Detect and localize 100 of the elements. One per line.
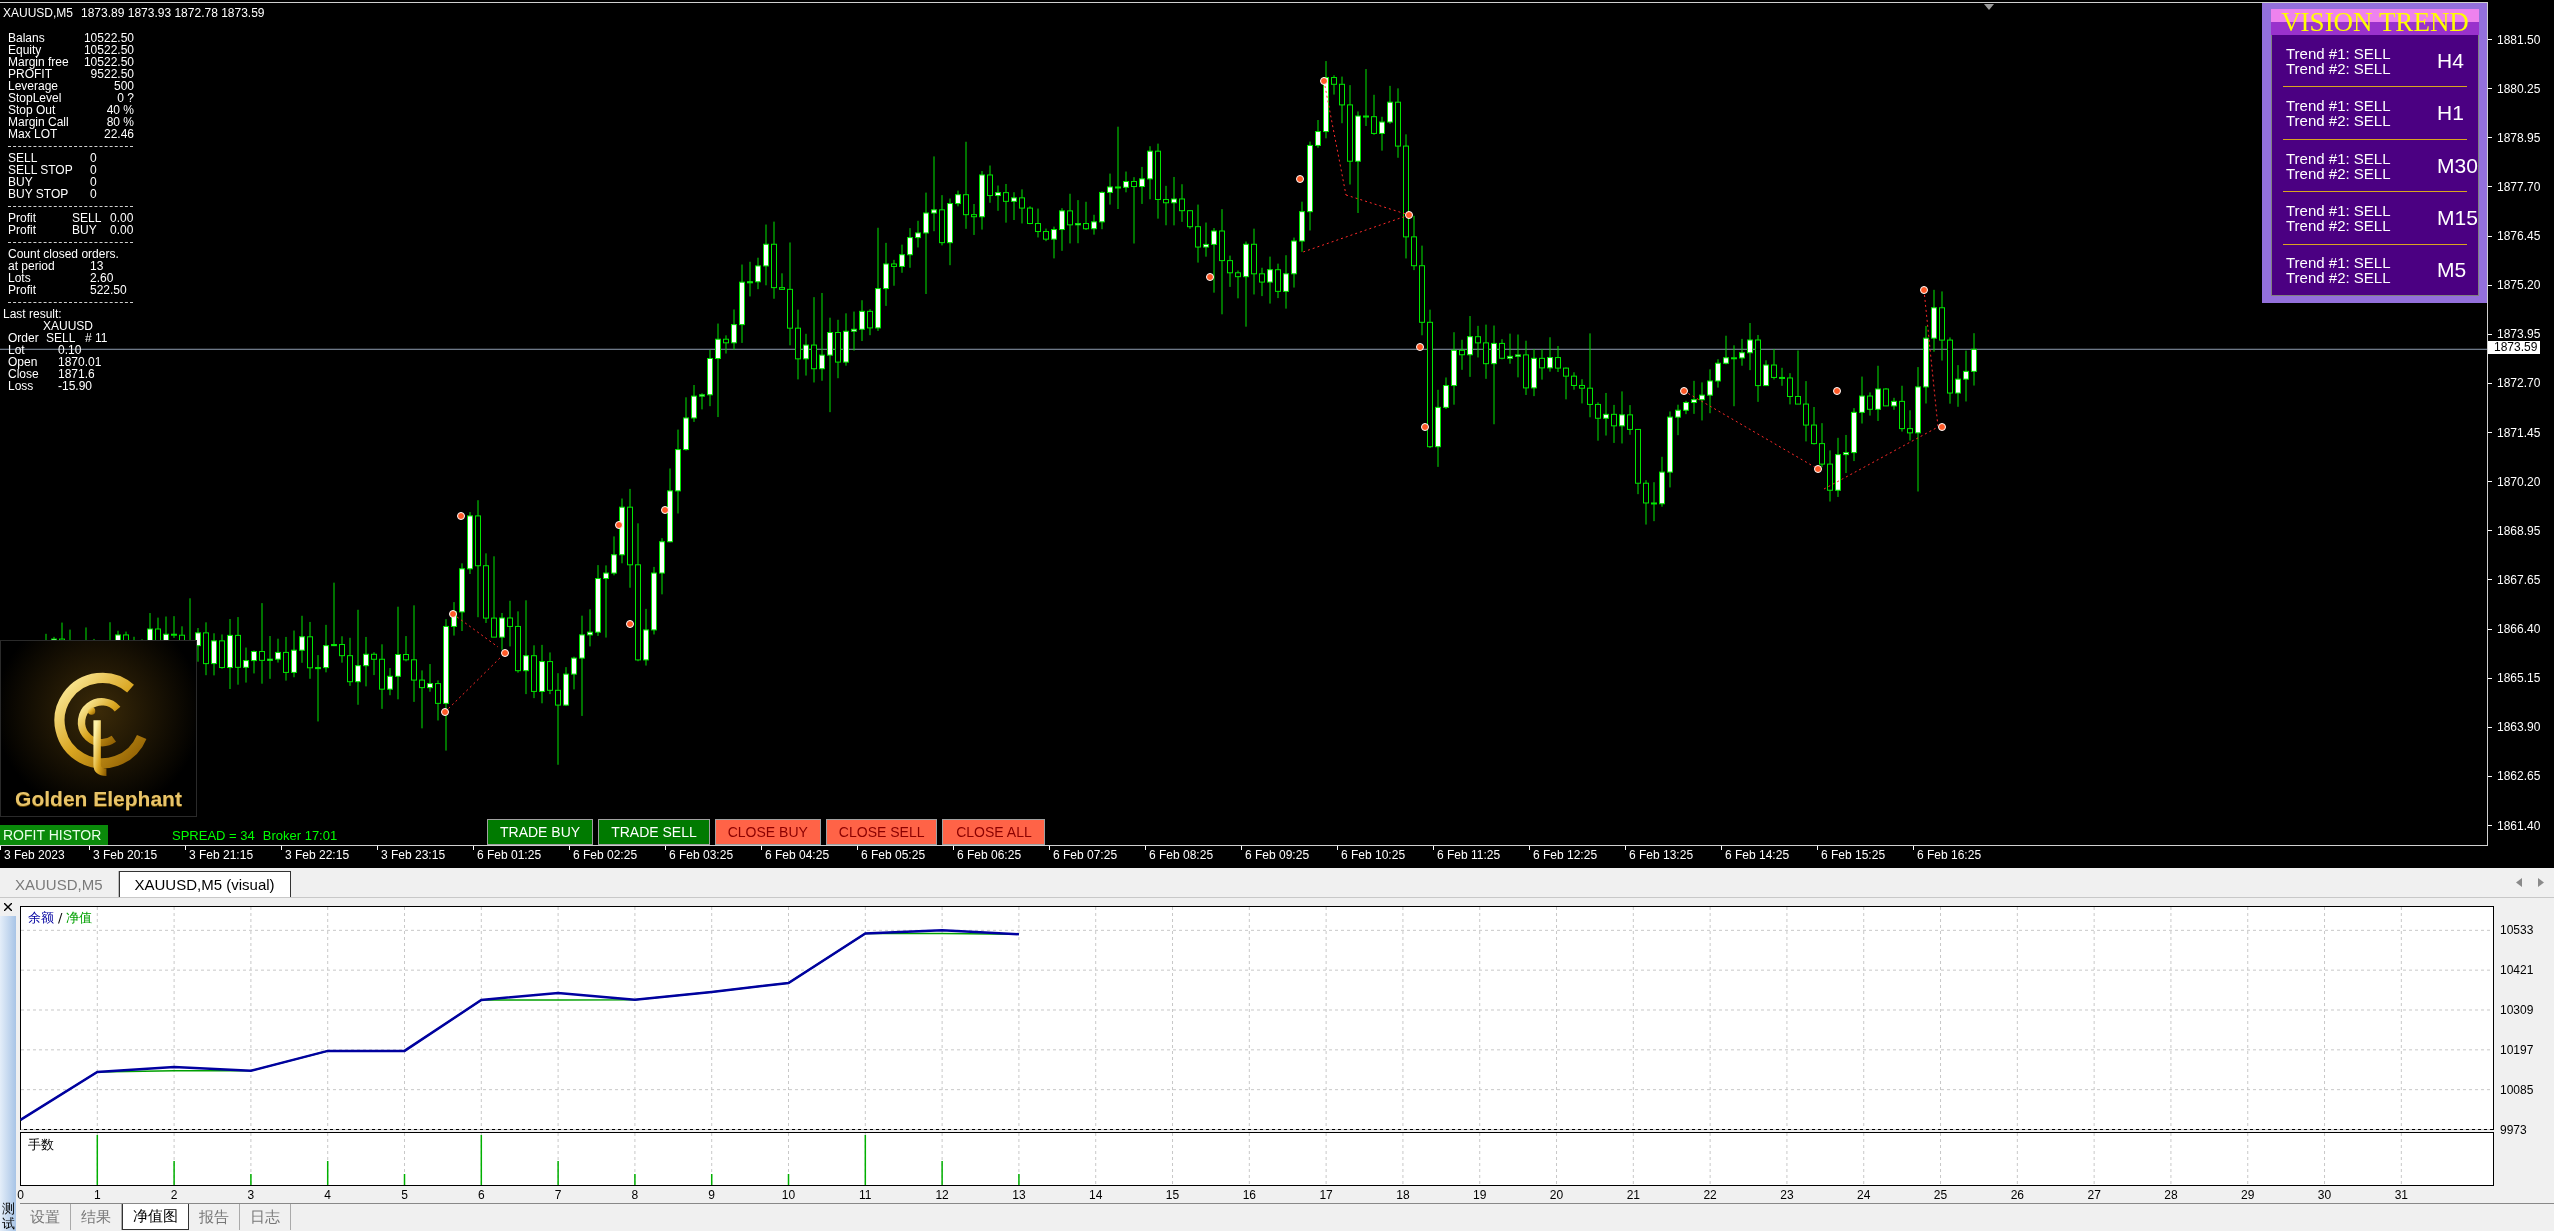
- price-label: 1871.45: [2488, 425, 2541, 440]
- trend-signal: Trend #1: SELL: [2286, 202, 2392, 218]
- timeframe-label: H4: [2437, 48, 2464, 73]
- info-label: StopLevel: [8, 92, 62, 104]
- axis-tick-label: 18: [1396, 1188, 1410, 1202]
- axis-tick-label: 9: [708, 1188, 716, 1202]
- info-label: Balans: [8, 32, 45, 44]
- price-label: 1881.50: [2488, 32, 2541, 47]
- info-label: Margin Call: [8, 116, 69, 128]
- info-value: 10522.50: [83, 56, 134, 68]
- axis-tick-label: 10421: [2500, 963, 2534, 978]
- info-label: Loss: [8, 380, 35, 392]
- order-side: SELL: [72, 212, 103, 224]
- axis-tick-label: 5: [401, 1188, 408, 1202]
- axis-tick-label: 8: [631, 1188, 639, 1202]
- info-label: SELL STOP: [8, 164, 74, 176]
- info-label: Leverage: [8, 80, 59, 92]
- info-label: Margin free: [8, 56, 69, 68]
- axis-tick-label: 19: [1473, 1188, 1487, 1202]
- axis-tick-label: 9973: [2500, 1122, 2527, 1137]
- info-value: 1870.01: [58, 356, 102, 368]
- info-value: 2.60: [90, 272, 114, 284]
- price-label: 1870.20: [2488, 474, 2541, 489]
- axis-tick-label: 10197: [2500, 1042, 2534, 1057]
- info-symbol: XAUUSD: [42, 320, 94, 332]
- info-value: 10522.50: [83, 32, 134, 44]
- axis-tick-label: 6: [477, 1188, 485, 1202]
- info-value: 0: [90, 176, 97, 188]
- axis-tick-label: 25: [1933, 1188, 1948, 1202]
- info-value: 500: [113, 80, 134, 92]
- info-value: 10522.50: [83, 44, 134, 56]
- trend-signal: Trend #2: SELL: [2286, 113, 2392, 129]
- panel-title: VISION TREND: [2271, 9, 2479, 35]
- trend-signal: Trend #2: SELL: [2286, 270, 2392, 286]
- info-value: 22.46: [103, 128, 134, 140]
- info-label: Profit: [8, 224, 37, 236]
- timeframe-label: M30: [2437, 153, 2478, 178]
- info-value: 0 ?: [117, 92, 134, 104]
- order-side: BUY: [72, 224, 98, 236]
- info-label: BUY: [8, 176, 34, 188]
- axis-tick-label: 10533: [2500, 923, 2534, 938]
- info-value: 40 %: [106, 104, 134, 116]
- info-label: Lots: [8, 272, 31, 284]
- info-heading: Count closed orders.: [7, 248, 120, 260]
- trend-signal: Trend #2: SELL: [2286, 217, 2392, 233]
- axis-tick-label: 3: [247, 1188, 255, 1202]
- info-value: 0.00: [110, 212, 134, 224]
- chart-symbol: XAUUSD,M5: [3, 6, 73, 20]
- trend-signal: Trend #1: SELL: [2286, 98, 2392, 114]
- info-label: BUY STOP: [8, 188, 70, 200]
- timeframe-label: H1: [2437, 101, 2464, 126]
- legend-separator: /: [58, 910, 63, 925]
- info-value: 0.00: [110, 224, 134, 236]
- info-value: -15.90: [58, 380, 93, 392]
- order-side: SELL: [46, 332, 77, 344]
- axis-tick-label: 7: [554, 1188, 562, 1202]
- info-value: 1871.6: [58, 368, 95, 380]
- axis-tick-label: 11: [859, 1188, 872, 1202]
- axis-tick-label: 23: [1780, 1188, 1794, 1202]
- axis-tick-label: 20: [1549, 1188, 1564, 1202]
- spread-text: SPREAD = 34: [172, 828, 255, 843]
- axis-tick-label: 4: [324, 1188, 332, 1202]
- timeframe-label: M5: [2437, 258, 2467, 283]
- axis-tick-label: 31: [2394, 1188, 2408, 1202]
- info-label: Equity: [8, 44, 42, 56]
- axis-tick-label: 26: [2010, 1188, 2024, 1202]
- price-label: 1868.95: [2488, 523, 2541, 538]
- info-value: # 11: [85, 332, 108, 344]
- info-value: 0: [90, 164, 97, 176]
- info-label: at period: [8, 260, 56, 272]
- axis-tick-label: 13: [1012, 1188, 1026, 1202]
- trend-signal: Trend #1: SELL: [2286, 45, 2392, 61]
- logo-text: Golden Elephant: [15, 787, 182, 811]
- info-value: 522.50: [90, 284, 127, 296]
- info-label: Order: [8, 332, 40, 344]
- axis-tick-label: 10309: [2500, 1003, 2534, 1017]
- axis-tick-label: 21: [1626, 1188, 1640, 1202]
- info-label: PROFIT: [8, 68, 52, 80]
- info-label: Lot: [8, 344, 26, 356]
- trend-signal: Trend #2: SELL: [2286, 165, 2392, 181]
- info-label: Close: [8, 368, 40, 380]
- price-label: 1878.95: [2488, 130, 2541, 145]
- broker-time: Broker 17:01: [262, 828, 338, 843]
- panel-label: 手数: [28, 1137, 54, 1152]
- info-label: Profit: [8, 284, 37, 296]
- info-label: Max LOT: [8, 128, 58, 140]
- axis-tick-label: 1: [93, 1188, 101, 1202]
- trend-signal: Trend #1: SELL: [2286, 150, 2392, 166]
- price-quotes: 1873.89 1873.93 1872.78 1873.59: [81, 6, 265, 20]
- info-heading: Last result:: [2, 308, 63, 320]
- axis-tick-label: 0: [17, 1188, 24, 1202]
- trend-signal: Trend #2: SELL: [2286, 60, 2392, 76]
- axis-tick-label: 10085: [2500, 1082, 2534, 1097]
- legend-label: 净值: [66, 910, 93, 925]
- info-value: 0: [90, 152, 97, 164]
- price-label: 1877.70: [2488, 179, 2541, 194]
- axis-tick-label: 30: [2317, 1188, 2332, 1202]
- axis-tick-label: 27: [2087, 1188, 2101, 1202]
- info-value: 0.10: [58, 344, 82, 356]
- axis-tick-label: 12: [935, 1188, 949, 1202]
